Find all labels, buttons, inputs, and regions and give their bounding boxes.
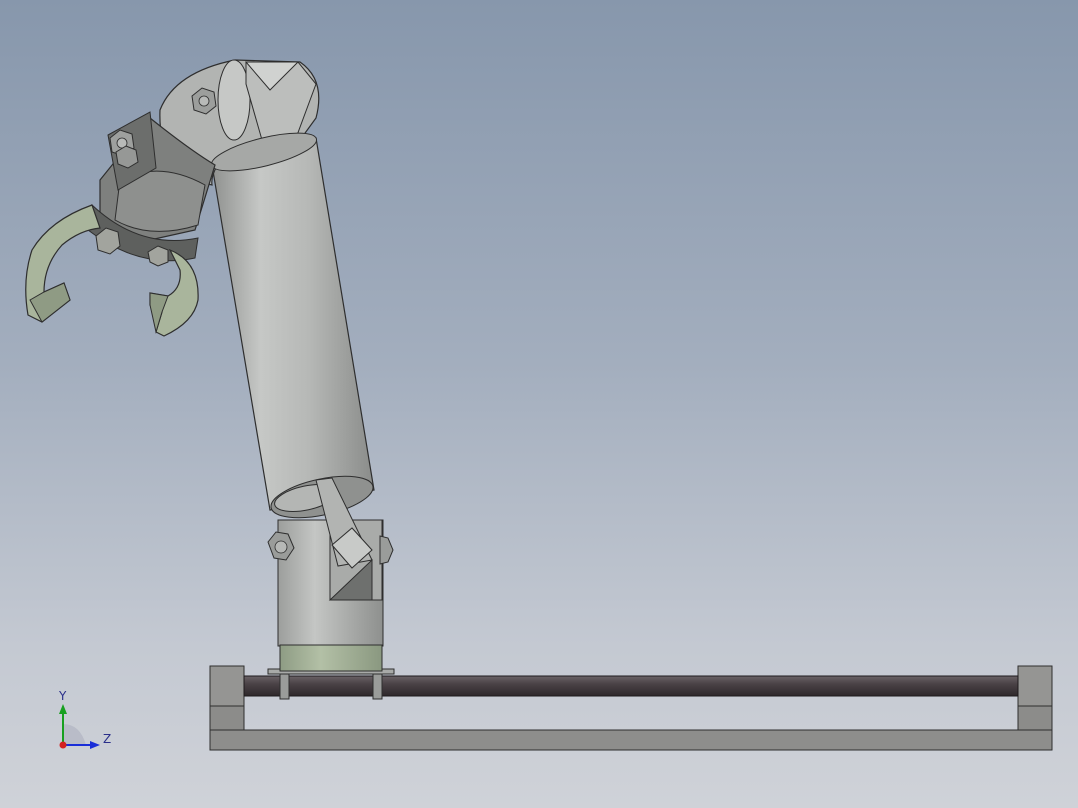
arm-tube [211,137,375,569]
base-column [277,519,384,672]
coordinate-triad: Y Z [58,689,111,749]
cad-viewport[interactable]: Y Z [0,0,1078,808]
guide-rail [243,675,1019,697]
hex-nut-column-right [379,535,394,565]
cad-scene: Y Z [25,59,1053,751]
z-axis-label: Z [103,732,111,746]
y-axis-label: Y [58,689,67,703]
gripper [25,111,216,337]
